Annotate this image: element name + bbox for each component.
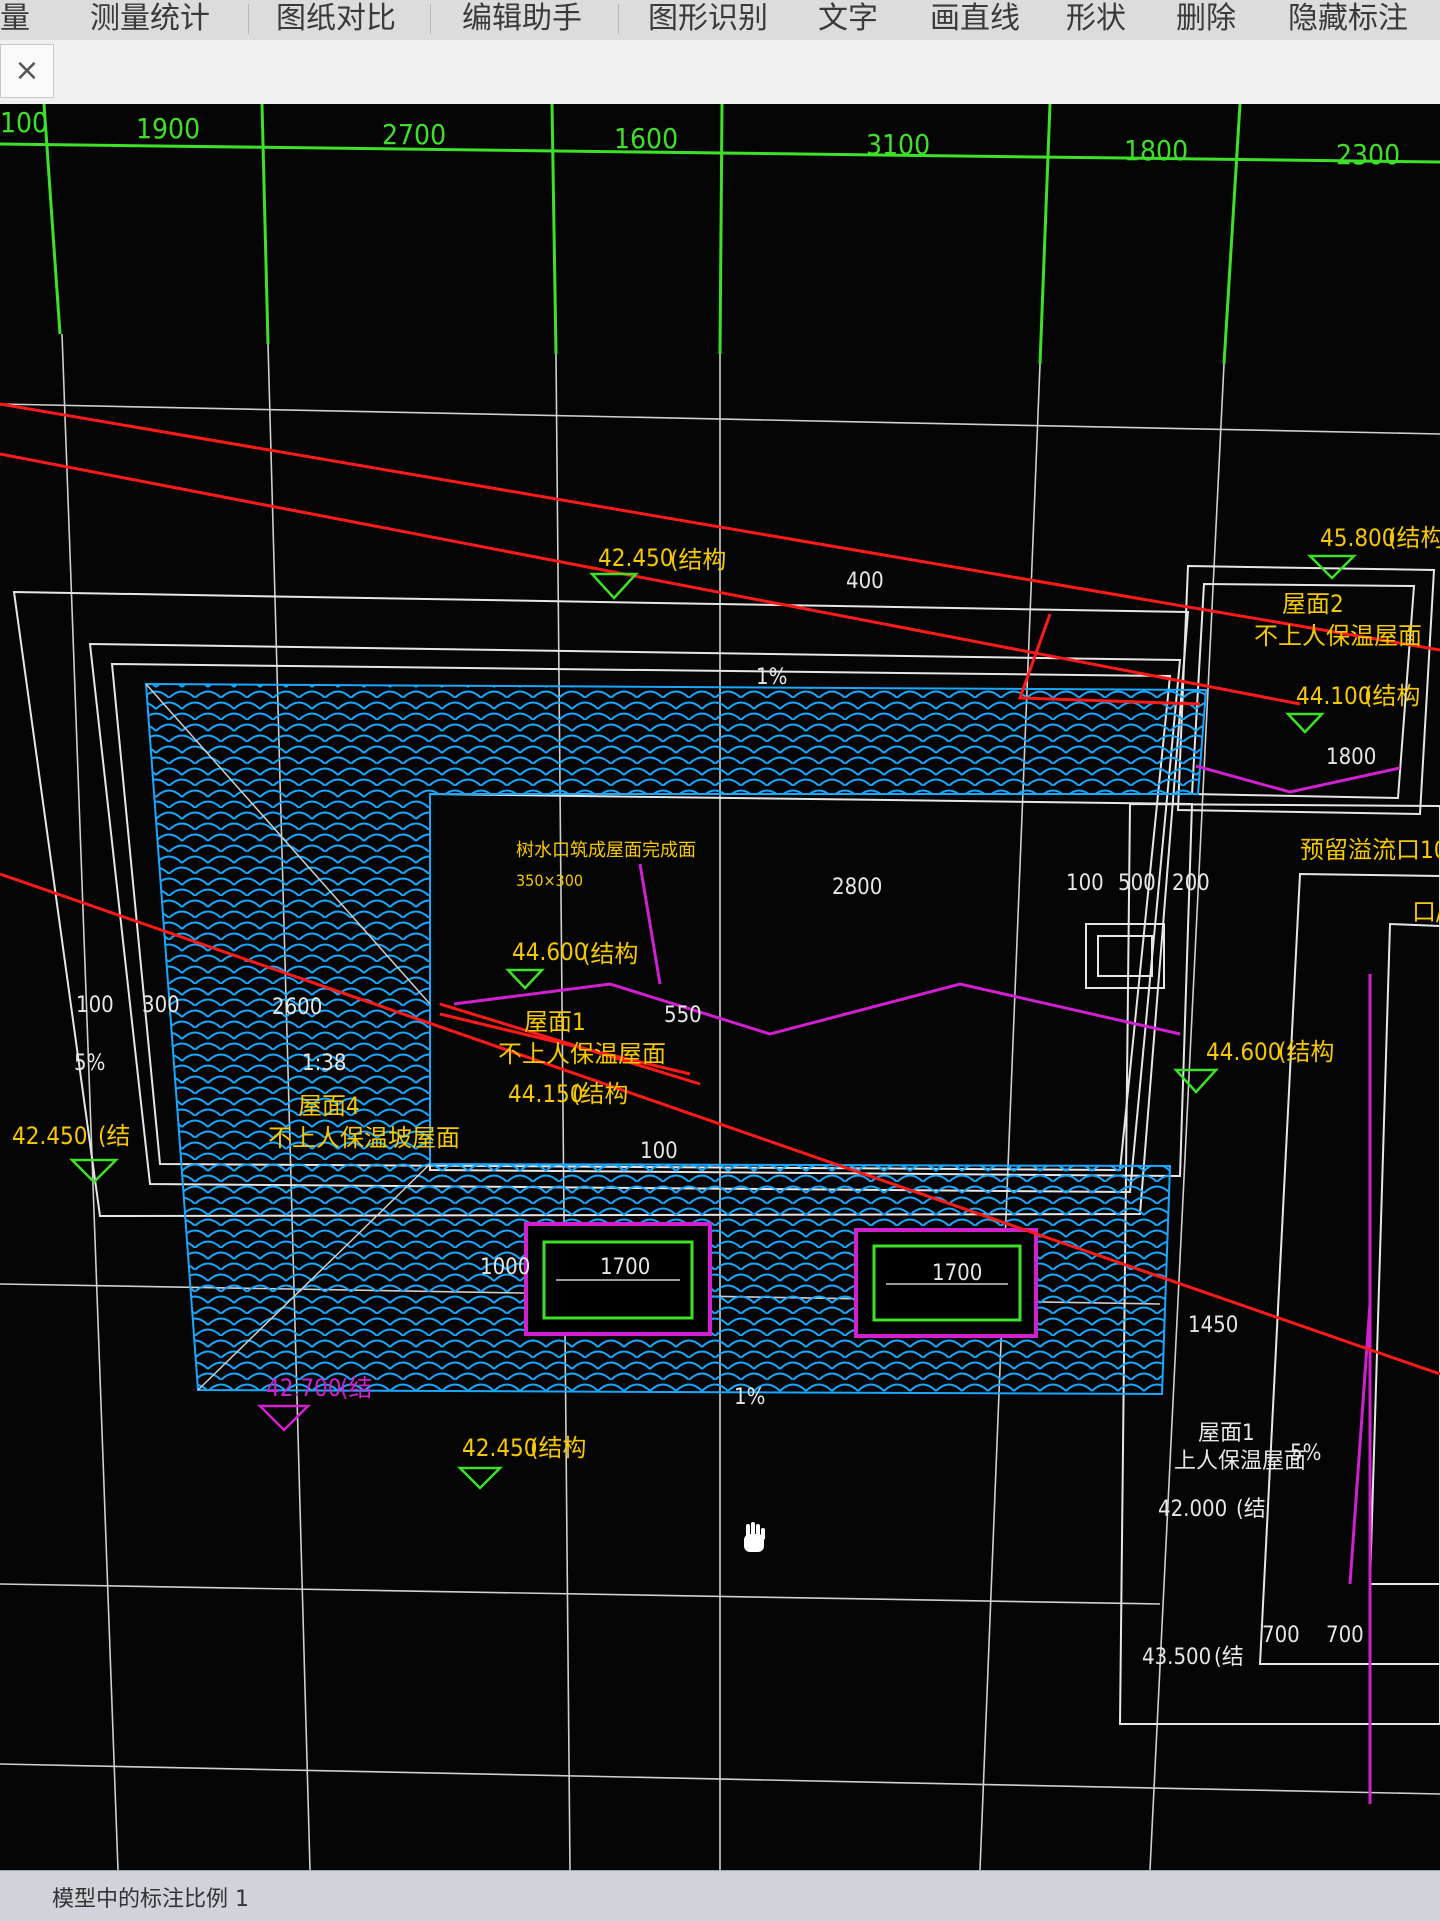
toolbar-separator [248, 4, 249, 34]
toolbar-measure-stats[interactable]: 测量统计 [90, 2, 210, 36]
drawing-canvas[interactable]: 100 1900 2700 1600 3100 1800 2300 42.450… [0, 104, 1440, 1870]
top-dim-label: 1900 [136, 112, 200, 145]
top-dim-label: 100 [0, 106, 48, 139]
roof-subtitle: 上人保温屋面 [1174, 1449, 1306, 1474]
dim-label: 1700 [932, 1261, 982, 1286]
dim-label: 5% [74, 1051, 105, 1076]
roof-subtitle: 不上人保温坡屋面 [268, 1124, 460, 1152]
status-text: 模型中的标注比例 1 [52, 1887, 249, 1912]
toolbar-separator [430, 4, 431, 34]
elevation-note: (结构 [670, 546, 726, 574]
outlet-note: 树水口筑成屋面完成面 [516, 840, 696, 861]
top-dim-label: 2700 [382, 118, 446, 151]
toolbar-item-0[interactable]: 量 [0, 2, 30, 36]
toolbar-shape[interactable]: 形状 [1066, 2, 1126, 36]
dim-label: 2600 [272, 995, 322, 1020]
top-dimension-grid [0, 104, 1440, 365]
overflow-note: 预留溢流口100×100 [1300, 836, 1440, 864]
elevation-markers-magenta [256, 1404, 312, 1432]
dim-label: 5% [1290, 1441, 1321, 1466]
close-icon[interactable]: × [0, 44, 54, 98]
dim-label: 550 [664, 1003, 702, 1028]
roof-title: 屋面4 [298, 1092, 360, 1120]
dim-label: 2800 [832, 875, 882, 900]
dim-label: 700 [1326, 1623, 1364, 1648]
elevation-label: 44.100 [1296, 682, 1372, 710]
cad-drawing: 100 1900 2700 1600 3100 1800 2300 42.450… [0, 104, 1440, 1870]
elevation-label: 42.450 [462, 1434, 538, 1462]
toolbar-edit-helper[interactable]: 编辑助手 [462, 2, 582, 36]
top-dim-label: 1800 [1124, 134, 1188, 167]
toolbar-recognize[interactable]: 图形识别 [648, 2, 768, 36]
dim-label: 1450 [1188, 1313, 1238, 1338]
roof-title: 屋面1 [1198, 1421, 1255, 1446]
dim-label: 1700 [600, 1255, 650, 1280]
dim-label: 1% [734, 1385, 765, 1410]
elevation-note: (结构 [1388, 524, 1440, 552]
elevation-note: (结 [1236, 1497, 1266, 1522]
tab-bar [0, 40, 1440, 104]
status-bar: 模型中的标注比例 1 [0, 1870, 1440, 1921]
top-dim-label: 3100 [866, 128, 930, 161]
dim-label: 400 [846, 569, 884, 594]
dim-label: 100 [1066, 871, 1104, 896]
elevation-label: 42.700 [266, 1374, 342, 1402]
top-dim-label: 1600 [614, 122, 678, 155]
roof-title: 屋面1 [524, 1008, 586, 1036]
roof-subtitle: 不上人保温屋面 [498, 1040, 666, 1068]
dim-label: 500 [1118, 871, 1156, 896]
dim-label: 100 [640, 1139, 678, 1164]
toolbar-draw-line[interactable]: 画直线 [930, 2, 1020, 36]
dim-label: 300 [142, 993, 180, 1018]
elevation-label: 43.500 [1142, 1645, 1211, 1670]
dim-label: 1000 [480, 1255, 530, 1280]
elevation-label: 42.000 [1158, 1497, 1227, 1522]
top-dim-label: 2300 [1336, 138, 1400, 171]
elevation-note: (结构 [582, 940, 638, 968]
toolbar-delete[interactable]: 删除 [1176, 2, 1236, 36]
dim-label: 200 [1172, 871, 1210, 896]
toolbar-compare[interactable]: 图纸对比 [276, 2, 396, 36]
hand-cursor-icon [744, 1522, 765, 1552]
elevation-note: (结构 [572, 1080, 628, 1108]
dim-label: 1:38 [302, 1051, 346, 1076]
elevation-label: 44.600 [1206, 1038, 1282, 1066]
elevation-label: 42.450 [12, 1122, 88, 1150]
overflow-note-2: 口/ [1412, 898, 1440, 926]
elevation-note: (结 [98, 1122, 130, 1150]
elevation-note: (结构 [1278, 1038, 1334, 1066]
elevation-note: (结 [340, 1374, 372, 1402]
elevation-label: 44.600 [512, 938, 588, 966]
toolbar-text[interactable]: 文字 [818, 2, 878, 36]
elevation-note: (结构 [530, 1434, 586, 1462]
dim-label: 1800 [1326, 745, 1376, 770]
toolbar-hide-dims[interactable]: 隐藏标注 [1288, 2, 1408, 36]
dim-label: 100 [76, 993, 114, 1018]
elevation-note: (结构 [1364, 682, 1420, 710]
outlet-note-2: 350×300 [516, 871, 583, 890]
elevation-label: 45.800 [1320, 524, 1396, 552]
roof-drain [1085, 923, 1165, 989]
toolbar: 量 测量统计 图纸对比 编辑助手 图形识别 文字 画直线 形状 删除 隐藏标注 [0, 0, 1440, 41]
elevation-label: 42.450 [598, 544, 674, 572]
elevation-note: (结 [1214, 1645, 1244, 1670]
roof-subtitle: 不上人保温屋面 [1254, 622, 1422, 650]
dim-label: 700 [1262, 1623, 1300, 1648]
dim-label: 1% [756, 665, 787, 690]
roof-title: 屋面2 [1282, 590, 1344, 618]
toolbar-separator [618, 4, 619, 34]
